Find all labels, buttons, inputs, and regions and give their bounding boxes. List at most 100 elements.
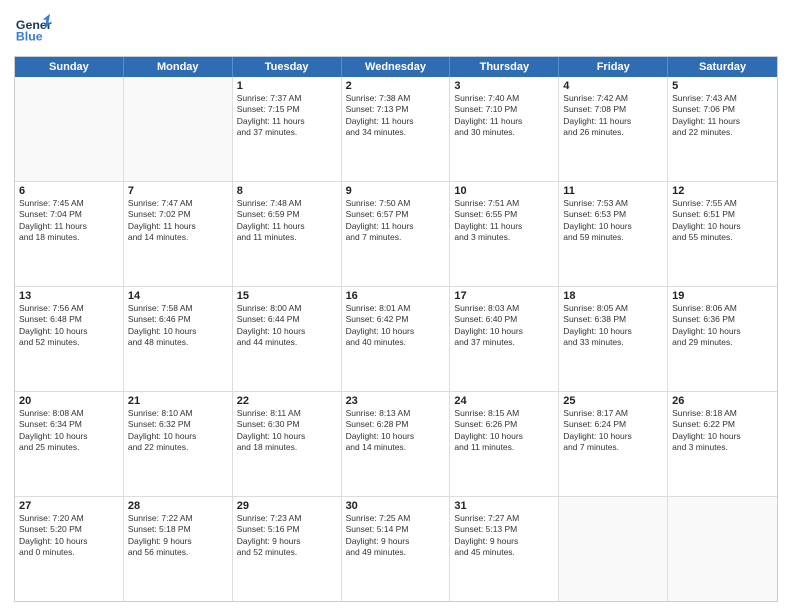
calendar-cell: 31Sunrise: 7:27 AMSunset: 5:13 PMDayligh… (450, 497, 559, 601)
calendar-cell: 26Sunrise: 8:18 AMSunset: 6:22 PMDayligh… (668, 392, 777, 496)
day-number: 28 (128, 500, 228, 512)
day-number: 26 (672, 395, 773, 407)
day-info: Sunrise: 7:25 AMSunset: 5:14 PMDaylight:… (346, 513, 446, 559)
day-number: 23 (346, 395, 446, 407)
calendar-cell: 22Sunrise: 8:11 AMSunset: 6:30 PMDayligh… (233, 392, 342, 496)
day-number: 30 (346, 500, 446, 512)
calendar-cell: 27Sunrise: 7:20 AMSunset: 5:20 PMDayligh… (15, 497, 124, 601)
day-number: 18 (563, 290, 663, 302)
day-number: 5 (672, 80, 773, 92)
day-number: 14 (128, 290, 228, 302)
day-info: Sunrise: 8:06 AMSunset: 6:36 PMDaylight:… (672, 303, 773, 349)
logo: General Blue (14, 12, 52, 50)
calendar-cell (559, 497, 668, 601)
day-info: Sunrise: 8:08 AMSunset: 6:34 PMDaylight:… (19, 408, 119, 454)
day-info: Sunrise: 7:47 AMSunset: 7:02 PMDaylight:… (128, 198, 228, 244)
day-number: 17 (454, 290, 554, 302)
day-info: Sunrise: 7:23 AMSunset: 5:16 PMDaylight:… (237, 513, 337, 559)
calendar-cell (15, 77, 124, 181)
day-number: 21 (128, 395, 228, 407)
calendar-cell: 3Sunrise: 7:40 AMSunset: 7:10 PMDaylight… (450, 77, 559, 181)
day-number: 10 (454, 185, 554, 197)
day-number: 20 (19, 395, 119, 407)
day-info: Sunrise: 7:51 AMSunset: 6:55 PMDaylight:… (454, 198, 554, 244)
calendar-cell: 11Sunrise: 7:53 AMSunset: 6:53 PMDayligh… (559, 182, 668, 286)
calendar-header: SundayMondayTuesdayWednesdayThursdayFrid… (15, 57, 777, 77)
day-info: Sunrise: 7:58 AMSunset: 6:46 PMDaylight:… (128, 303, 228, 349)
day-number: 2 (346, 80, 446, 92)
calendar: SundayMondayTuesdayWednesdayThursdayFrid… (14, 56, 778, 602)
page: General Blue SundayMondayTuesdayWednesda… (0, 0, 792, 612)
day-info: Sunrise: 8:10 AMSunset: 6:32 PMDaylight:… (128, 408, 228, 454)
day-info: Sunrise: 7:38 AMSunset: 7:13 PMDaylight:… (346, 93, 446, 139)
calendar-row: 1Sunrise: 7:37 AMSunset: 7:15 PMDaylight… (15, 77, 777, 182)
header: General Blue (14, 12, 778, 50)
day-number: 31 (454, 500, 554, 512)
day-info: Sunrise: 7:56 AMSunset: 6:48 PMDaylight:… (19, 303, 119, 349)
day-info: Sunrise: 7:50 AMSunset: 6:57 PMDaylight:… (346, 198, 446, 244)
day-info: Sunrise: 7:48 AMSunset: 6:59 PMDaylight:… (237, 198, 337, 244)
calendar-day-header: Tuesday (233, 57, 342, 77)
day-number: 19 (672, 290, 773, 302)
calendar-cell: 18Sunrise: 8:05 AMSunset: 6:38 PMDayligh… (559, 287, 668, 391)
calendar-row: 20Sunrise: 8:08 AMSunset: 6:34 PMDayligh… (15, 392, 777, 497)
calendar-cell: 15Sunrise: 8:00 AMSunset: 6:44 PMDayligh… (233, 287, 342, 391)
day-info: Sunrise: 7:27 AMSunset: 5:13 PMDaylight:… (454, 513, 554, 559)
calendar-cell: 17Sunrise: 8:03 AMSunset: 6:40 PMDayligh… (450, 287, 559, 391)
calendar-cell: 25Sunrise: 8:17 AMSunset: 6:24 PMDayligh… (559, 392, 668, 496)
calendar-row: 27Sunrise: 7:20 AMSunset: 5:20 PMDayligh… (15, 497, 777, 601)
day-info: Sunrise: 7:43 AMSunset: 7:06 PMDaylight:… (672, 93, 773, 139)
day-info: Sunrise: 7:42 AMSunset: 7:08 PMDaylight:… (563, 93, 663, 139)
calendar-day-header: Wednesday (342, 57, 451, 77)
calendar-cell: 6Sunrise: 7:45 AMSunset: 7:04 PMDaylight… (15, 182, 124, 286)
day-number: 16 (346, 290, 446, 302)
day-number: 8 (237, 185, 337, 197)
day-info: Sunrise: 8:03 AMSunset: 6:40 PMDaylight:… (454, 303, 554, 349)
day-info: Sunrise: 8:00 AMSunset: 6:44 PMDaylight:… (237, 303, 337, 349)
day-info: Sunrise: 8:18 AMSunset: 6:22 PMDaylight:… (672, 408, 773, 454)
calendar-cell: 29Sunrise: 7:23 AMSunset: 5:16 PMDayligh… (233, 497, 342, 601)
calendar-cell: 9Sunrise: 7:50 AMSunset: 6:57 PMDaylight… (342, 182, 451, 286)
day-info: Sunrise: 8:05 AMSunset: 6:38 PMDaylight:… (563, 303, 663, 349)
calendar-cell: 21Sunrise: 8:10 AMSunset: 6:32 PMDayligh… (124, 392, 233, 496)
calendar-cell: 13Sunrise: 7:56 AMSunset: 6:48 PMDayligh… (15, 287, 124, 391)
calendar-day-header: Monday (124, 57, 233, 77)
day-info: Sunrise: 7:20 AMSunset: 5:20 PMDaylight:… (19, 513, 119, 559)
day-info: Sunrise: 8:13 AMSunset: 6:28 PMDaylight:… (346, 408, 446, 454)
calendar-day-header: Saturday (668, 57, 777, 77)
day-number: 1 (237, 80, 337, 92)
day-info: Sunrise: 8:11 AMSunset: 6:30 PMDaylight:… (237, 408, 337, 454)
day-number: 13 (19, 290, 119, 302)
calendar-cell: 7Sunrise: 7:47 AMSunset: 7:02 PMDaylight… (124, 182, 233, 286)
day-number: 27 (19, 500, 119, 512)
logo-icon: General Blue (14, 12, 52, 50)
day-info: Sunrise: 8:17 AMSunset: 6:24 PMDaylight:… (563, 408, 663, 454)
day-number: 7 (128, 185, 228, 197)
day-number: 15 (237, 290, 337, 302)
day-info: Sunrise: 8:01 AMSunset: 6:42 PMDaylight:… (346, 303, 446, 349)
calendar-cell: 28Sunrise: 7:22 AMSunset: 5:18 PMDayligh… (124, 497, 233, 601)
day-number: 9 (346, 185, 446, 197)
calendar-row: 6Sunrise: 7:45 AMSunset: 7:04 PMDaylight… (15, 182, 777, 287)
calendar-cell: 10Sunrise: 7:51 AMSunset: 6:55 PMDayligh… (450, 182, 559, 286)
calendar-cell: 4Sunrise: 7:42 AMSunset: 7:08 PMDaylight… (559, 77, 668, 181)
day-info: Sunrise: 7:40 AMSunset: 7:10 PMDaylight:… (454, 93, 554, 139)
calendar-cell: 19Sunrise: 8:06 AMSunset: 6:36 PMDayligh… (668, 287, 777, 391)
calendar-cell: 24Sunrise: 8:15 AMSunset: 6:26 PMDayligh… (450, 392, 559, 496)
calendar-cell: 20Sunrise: 8:08 AMSunset: 6:34 PMDayligh… (15, 392, 124, 496)
calendar-day-header: Sunday (15, 57, 124, 77)
calendar-cell: 1Sunrise: 7:37 AMSunset: 7:15 PMDaylight… (233, 77, 342, 181)
day-number: 22 (237, 395, 337, 407)
day-info: Sunrise: 7:22 AMSunset: 5:18 PMDaylight:… (128, 513, 228, 559)
day-number: 6 (19, 185, 119, 197)
day-info: Sunrise: 7:37 AMSunset: 7:15 PMDaylight:… (237, 93, 337, 139)
day-number: 12 (672, 185, 773, 197)
day-info: Sunrise: 7:53 AMSunset: 6:53 PMDaylight:… (563, 198, 663, 244)
day-number: 4 (563, 80, 663, 92)
calendar-cell: 8Sunrise: 7:48 AMSunset: 6:59 PMDaylight… (233, 182, 342, 286)
day-number: 24 (454, 395, 554, 407)
calendar-cell: 12Sunrise: 7:55 AMSunset: 6:51 PMDayligh… (668, 182, 777, 286)
calendar-cell: 23Sunrise: 8:13 AMSunset: 6:28 PMDayligh… (342, 392, 451, 496)
day-number: 11 (563, 185, 663, 197)
svg-text:Blue: Blue (16, 30, 43, 44)
